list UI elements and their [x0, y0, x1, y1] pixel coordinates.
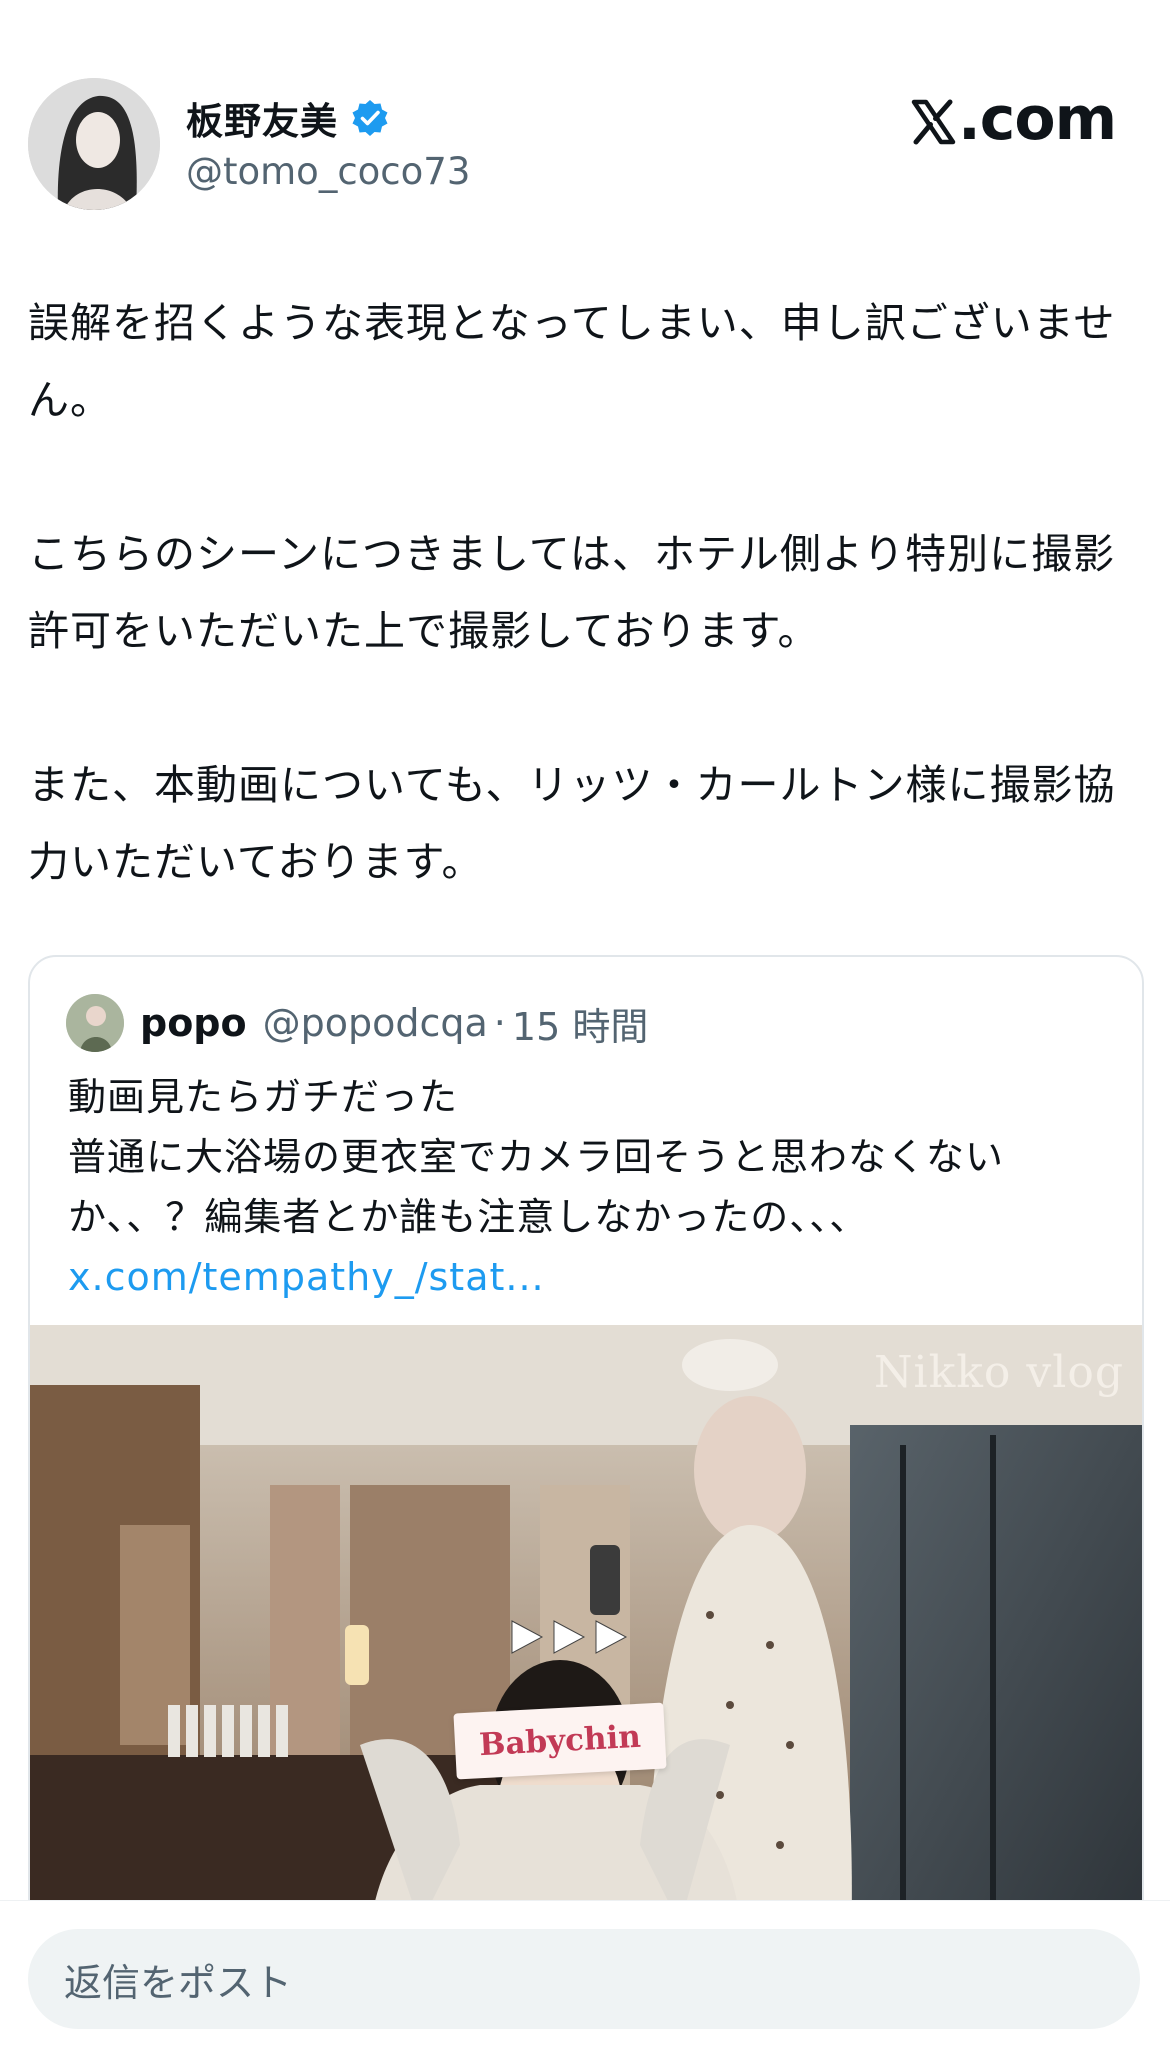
play-triple-arrow-icon[interactable] — [508, 1615, 634, 1663]
reply-bar: 返信をポスト — [0, 1900, 1170, 2046]
separator-dot: · — [493, 1001, 506, 1045]
tweet-header: 板野友美 @tomo_coco73 .com — [0, 0, 1170, 230]
quoted-video-thumbnail[interactable]: Nikko vlog Babychin — [30, 1325, 1142, 1977]
quoted-tweet-card[interactable]: popo @popodcqa · 15 時間 動画見たらガチだった 普通に大浴場… — [28, 955, 1144, 1979]
tweet-paragraph: こちらのシーンにつきましては、ホテル側より特別に撮影許可をいただいた上で撮影して… — [28, 530, 1116, 655]
quoted-author-avatar[interactable] — [66, 994, 124, 1052]
quoted-handle[interactable]: @popodcqa — [263, 1001, 488, 1045]
quoted-line: 動画見たらガチだった — [68, 1075, 459, 1119]
author-avatar[interactable] — [28, 78, 160, 210]
quoted-display-name[interactable]: popo — [140, 1001, 247, 1045]
quoted-line: 普通に大浴場の更衣室でカメラ回そうと思わなくないか、、？編集者とか誰も注意しなか… — [68, 1135, 1005, 1239]
quoted-link[interactable]: x.com/tempathy_/stat... — [68, 1247, 1108, 1307]
reply-placeholder: 返信をポスト — [64, 1960, 293, 2005]
video-overlay-title: Nikko vlog — [874, 1347, 1124, 1398]
x-com-brand: .com — [910, 84, 1117, 160]
quoted-tweet-text: 動画見たらガチだった 普通に大浴場の更衣室でカメラ回そうと思わなくないか、、？編… — [68, 1067, 1108, 1307]
quoted-tweet-header: popo @popodcqa · 15 時間 — [66, 993, 648, 1053]
babychin-sticker: Babychin — [453, 1702, 667, 1780]
tweet-paragraph: また、本動画についても、リッツ・カールトン様に撮影協力いただいております。 — [28, 761, 1116, 886]
author-handle[interactable]: @tomo_coco73 — [186, 150, 470, 193]
verified-badge-icon — [350, 98, 390, 138]
x-logo-icon — [910, 90, 956, 160]
brand-label: .com — [958, 84, 1117, 154]
tweet-body: 誤解を招くような表現となってしまい、申し訳ございません。 こちらのシーンにつきま… — [28, 285, 1143, 901]
tweet-paragraph: 誤解を招くような表現となってしまい、申し訳ございません。 — [28, 299, 1116, 424]
quoted-timestamp[interactable]: 15 時間 — [512, 996, 648, 1051]
author-name-row: 板野友美 — [186, 90, 390, 146]
reply-input[interactable]: 返信をポスト — [28, 1929, 1140, 2029]
author-display-name[interactable]: 板野友美 — [186, 91, 338, 145]
